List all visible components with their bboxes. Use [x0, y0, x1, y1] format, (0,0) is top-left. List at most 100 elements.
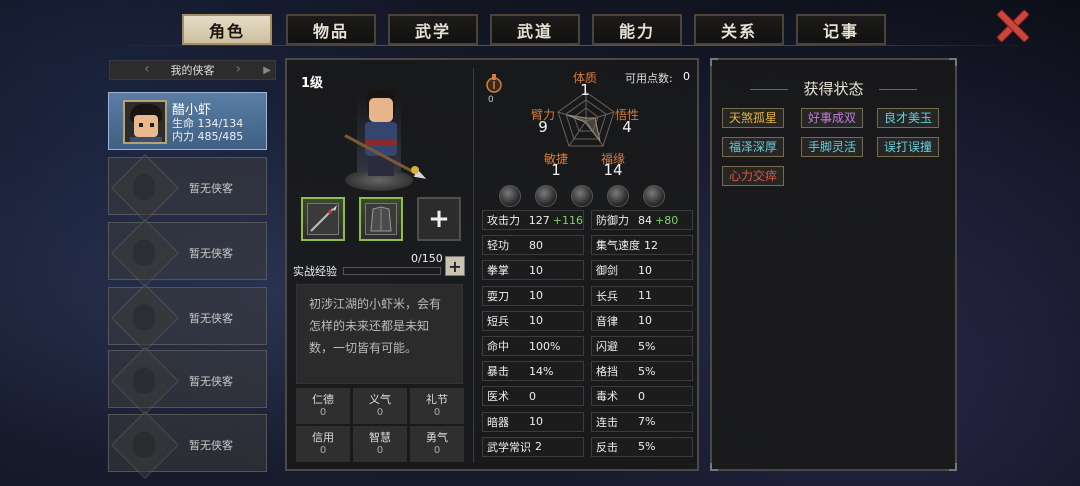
- empty-slot-label: 暂无侠客: [189, 439, 233, 452]
- avatar: [123, 100, 167, 144]
- title-line: [879, 89, 917, 90]
- empty-slot-label: 暂无侠客: [189, 375, 233, 388]
- chevron-right-icon[interactable]: ›: [235, 61, 241, 77]
- tab-label: 记事: [822, 21, 859, 41]
- stat-name: 音律: [596, 314, 618, 328]
- virtue-name: 勇气: [426, 431, 448, 444]
- status-tag[interactable]: 手脚灵活: [801, 137, 864, 157]
- tab-character[interactable]: 角色: [182, 14, 272, 45]
- stat-value: 10: [638, 263, 652, 277]
- status-tag[interactable]: 心力交瘁: [722, 166, 785, 186]
- stat-value: 2: [535, 440, 542, 454]
- status-tag[interactable]: 误打误撞: [877, 137, 940, 157]
- close-icon[interactable]: [994, 8, 1028, 42]
- stat-row: 短兵 10: [482, 310, 584, 331]
- stat-value: 5%: [638, 364, 656, 378]
- add-xp-button[interactable]: +: [445, 256, 465, 276]
- status-tag[interactable]: 好事成双: [801, 108, 864, 128]
- stat-name: 毒术: [596, 390, 618, 404]
- roster-title: 我的侠客: [170, 64, 215, 77]
- virtue-value: 0: [319, 407, 327, 418]
- weapon-slot[interactable]: [301, 197, 345, 241]
- chevron-left-icon[interactable]: ‹: [144, 61, 150, 77]
- stat-name: 暴击: [487, 365, 509, 379]
- attr-value: 1: [580, 81, 590, 99]
- virtue-value: 0: [433, 445, 441, 456]
- stat-value: 10: [529, 289, 543, 303]
- tab-items[interactable]: 物品: [286, 14, 376, 45]
- stat-value: 84: [638, 213, 652, 227]
- stat-row: 御剑 10: [591, 260, 693, 281]
- stat-row: 反击 5%: [591, 436, 693, 457]
- virtue-value: 0: [433, 407, 441, 418]
- empty-slot-label: 暂无侠客: [189, 312, 233, 325]
- stat-value: 5%: [638, 339, 656, 353]
- virtue-grid: 仁德 0 义气 0 礼节 0 信用 0 智慧 0 勇气 0: [296, 388, 466, 464]
- tab-martial-way[interactable]: 武道: [490, 14, 580, 45]
- orb-slot-icon[interactable]: [535, 185, 557, 207]
- xp-label: 实战经验: [293, 265, 337, 278]
- tab-label: 武学: [414, 21, 451, 41]
- stat-value: 100%: [529, 339, 561, 353]
- attr-value: 1: [551, 161, 561, 179]
- orb-slot-icon[interactable]: [607, 185, 629, 207]
- stat-value: 12: [644, 238, 658, 252]
- stat-value: 10: [529, 415, 543, 429]
- stat-value: 10: [638, 314, 652, 328]
- stat-name: 拳掌: [487, 264, 509, 278]
- stat-name: 长兵: [596, 289, 618, 303]
- stat-value: 5%: [638, 440, 656, 454]
- orb-slot-icon[interactable]: [643, 185, 665, 207]
- arrow-right-icon[interactable]: ▶: [263, 65, 271, 76]
- status-tag[interactable]: 良才美玉: [877, 108, 940, 128]
- stat-name: 防御力: [596, 214, 629, 227]
- stat-name: 短兵: [487, 314, 509, 328]
- stat-value: 7%: [638, 415, 656, 429]
- roster-slot-empty[interactable]: 暂无侠客: [108, 287, 267, 345]
- attr-value: 4: [622, 118, 632, 136]
- tab-martial-arts[interactable]: 武学: [388, 14, 478, 45]
- status-tag[interactable]: 福泽深厚: [722, 137, 785, 157]
- roster-slot-empty[interactable]: 暂无侠客: [108, 414, 267, 472]
- roster-slot-hero[interactable]: 醋小虾 生命 134/134 内力 485/485: [108, 92, 267, 150]
- status-title: 获得状态: [803, 80, 864, 98]
- roster-header: ‹ 我的侠客 › ▶: [109, 60, 276, 80]
- virtue-name: 智慧: [369, 431, 391, 444]
- stat-row: 命中 100%: [482, 336, 584, 356]
- stat-value: 127: [528, 213, 550, 227]
- armor-slot[interactable]: [359, 197, 403, 241]
- stat-row: 攻击力 127 +116: [482, 210, 584, 230]
- roster-slot-empty[interactable]: 暂无侠客: [108, 222, 267, 280]
- potion-icon[interactable]: [485, 72, 503, 94]
- orb-slot-icon[interactable]: [571, 185, 593, 207]
- status-tag[interactable]: 天煞孤星: [722, 108, 785, 128]
- stat-value: 10: [529, 314, 543, 328]
- stat-value: 10: [529, 263, 543, 277]
- roster-slot-empty[interactable]: 暂无侠客: [108, 350, 267, 408]
- corner-ornament: [949, 58, 957, 66]
- tab-relations[interactable]: 关系: [694, 14, 784, 45]
- tab-journal[interactable]: 记事: [796, 14, 886, 45]
- stat-name: 轻功: [487, 239, 509, 253]
- stat-row: 武学常识 2: [482, 436, 584, 457]
- stat-row: 毒术 0: [591, 386, 693, 407]
- virtue-item: 礼节 0: [410, 388, 464, 424]
- hero-mp: 内力 485/485: [172, 130, 244, 143]
- tab-abilities[interactable]: 能力: [592, 14, 682, 45]
- virtue-item: 智慧 0: [353, 426, 407, 462]
- stat-row: 闪避 5%: [591, 336, 693, 356]
- silhouette-icon: [113, 355, 188, 405]
- stat-value: 0: [638, 389, 645, 403]
- stat-value: 0: [529, 389, 536, 403]
- virtue-item: 信用 0: [296, 426, 350, 462]
- roster-slot-empty[interactable]: 暂无侠客: [108, 157, 267, 215]
- attr-value: 14: [603, 161, 623, 179]
- stat-row: 长兵 11: [591, 285, 693, 306]
- orb-slot-icon[interactable]: [499, 185, 521, 207]
- stat-name: 暗器: [487, 415, 509, 429]
- add-equipment-slot[interactable]: +: [417, 197, 461, 241]
- character-description: 初涉江湖的小虾米，会有怎样的未来还都是未知数，一切皆有可能。: [296, 284, 463, 384]
- stat-row: 暗器 10: [482, 411, 584, 432]
- potion-count: 0: [488, 95, 494, 105]
- virtue-value: 0: [376, 407, 384, 418]
